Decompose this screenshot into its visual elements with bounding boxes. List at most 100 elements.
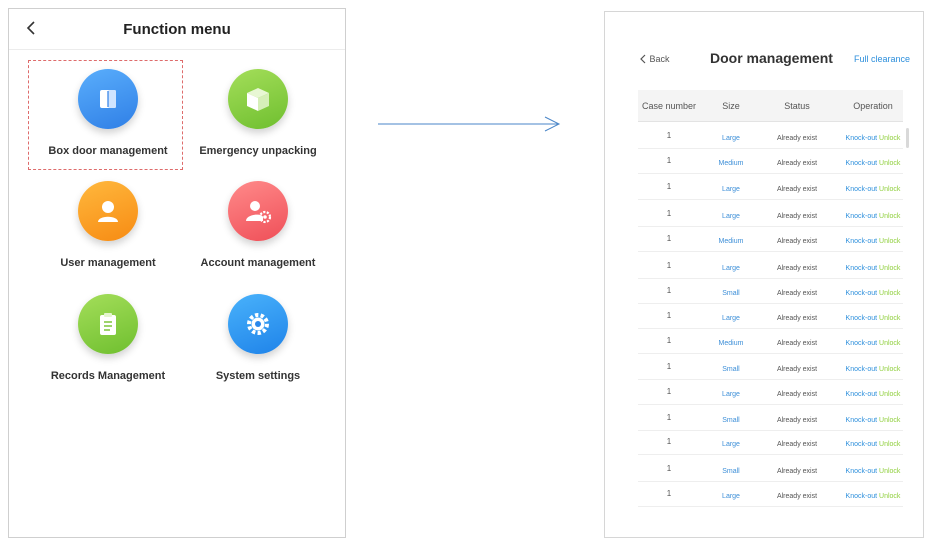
size-cell: Large bbox=[722, 391, 740, 398]
page-title: Function menu bbox=[123, 21, 231, 38]
status-cell: Already exist bbox=[776, 213, 818, 220]
size-cell: Large bbox=[722, 186, 740, 193]
scrollbar[interactable] bbox=[906, 128, 909, 148]
unlock-link[interactable]: Unlock bbox=[879, 366, 900, 373]
size-cell: Large bbox=[722, 265, 740, 272]
size-cell: Large bbox=[722, 493, 740, 500]
column-header: Operation bbox=[853, 101, 893, 111]
table-row: 1 Large Already exist Knock-out Unlock bbox=[638, 175, 903, 200]
status-cell: Already exist bbox=[776, 493, 818, 500]
case-number-cell: 1 bbox=[666, 131, 672, 140]
knock-out-link[interactable]: Knock-out bbox=[846, 315, 878, 322]
function-label: System settings bbox=[215, 370, 301, 382]
function-label: Emergency unpacking bbox=[199, 145, 317, 157]
knock-out-link[interactable]: Knock-out bbox=[846, 366, 878, 373]
account-management-button[interactable]: Account management bbox=[183, 162, 333, 272]
knock-out-link[interactable]: Knock-out bbox=[846, 468, 878, 475]
size-cell: Large bbox=[722, 315, 740, 322]
box-door-management-button[interactable]: Box door management bbox=[33, 50, 183, 160]
box-icon bbox=[247, 88, 269, 111]
gear-icon bbox=[247, 313, 269, 335]
page-title: Door management bbox=[710, 50, 833, 66]
unlock-link[interactable]: Unlock bbox=[879, 391, 900, 398]
case-number-cell: 1 bbox=[666, 387, 672, 396]
case-number-cell: 1 bbox=[666, 311, 672, 320]
knock-out-link[interactable]: Knock-out bbox=[846, 213, 878, 220]
user-management-button[interactable]: User management bbox=[33, 162, 183, 272]
case-number-cell: 1 bbox=[666, 234, 672, 243]
table-row: 1 Medium Already exist Knock-out Unlock bbox=[638, 329, 903, 354]
operation-cell: Knock-out Unlock bbox=[838, 238, 908, 245]
function-menu-screen: Function menu Box door management Emerge… bbox=[8, 8, 346, 538]
size-cell: Small bbox=[722, 290, 740, 297]
case-number-cell: 1 bbox=[666, 413, 672, 422]
knock-out-link[interactable]: Knock-out bbox=[846, 493, 878, 500]
unlock-link[interactable]: Unlock bbox=[879, 493, 900, 500]
operation-cell: Knock-out Unlock bbox=[838, 315, 908, 322]
unlock-link[interactable]: Unlock bbox=[879, 290, 900, 297]
unlock-link[interactable]: Unlock bbox=[879, 468, 900, 475]
knock-out-link[interactable]: Knock-out bbox=[846, 160, 878, 167]
case-number-cell: 1 bbox=[666, 286, 672, 295]
table-row: 1 Large Already exist Knock-out Unlock bbox=[638, 482, 903, 507]
door-icon bbox=[100, 90, 116, 108]
case-number-cell: 1 bbox=[666, 156, 672, 165]
case-number-cell: 1 bbox=[666, 209, 672, 218]
table-row: 1 Large Already exist Knock-out Unlock bbox=[638, 430, 903, 455]
size-cell: Small bbox=[722, 417, 740, 424]
unlock-link[interactable]: Unlock bbox=[879, 186, 900, 193]
unlock-link[interactable]: Unlock bbox=[879, 213, 900, 220]
table-row: 1 Small Already exist Knock-out Unlock bbox=[638, 406, 903, 431]
full-clearance-link[interactable]: Full clearance bbox=[854, 54, 910, 64]
size-cell: Medium bbox=[718, 160, 744, 167]
unlock-link[interactable]: Unlock bbox=[879, 135, 900, 142]
unlock-link[interactable]: Unlock bbox=[879, 160, 900, 167]
size-cell: Small bbox=[722, 468, 740, 475]
table-row: 1 Large Already exist Knock-out Unlock bbox=[638, 202, 903, 227]
status-cell: Already exist bbox=[776, 340, 818, 347]
knock-out-link[interactable]: Knock-out bbox=[846, 238, 878, 245]
size-cell: Small bbox=[722, 366, 740, 373]
column-header: Size bbox=[722, 101, 740, 111]
unlock-link[interactable]: Unlock bbox=[879, 238, 900, 245]
status-cell: Already exist bbox=[776, 391, 818, 398]
unlock-link[interactable]: Unlock bbox=[879, 315, 900, 322]
status-cell: Already exist bbox=[776, 186, 818, 193]
operation-cell: Knock-out Unlock bbox=[838, 160, 908, 167]
header-bar: Function menu bbox=[9, 9, 345, 50]
records-management-button[interactable]: Records Management bbox=[33, 275, 183, 385]
unlock-link[interactable]: Unlock bbox=[879, 265, 900, 272]
status-cell: Already exist bbox=[776, 315, 818, 322]
knock-out-link[interactable]: Knock-out bbox=[846, 135, 878, 142]
knock-out-link[interactable]: Knock-out bbox=[846, 391, 878, 398]
unlock-link[interactable]: Unlock bbox=[879, 441, 900, 448]
status-cell: Already exist bbox=[776, 366, 818, 373]
unlock-link[interactable]: Unlock bbox=[879, 340, 900, 347]
status-cell: Already exist bbox=[776, 290, 818, 297]
function-label: Account management bbox=[200, 257, 316, 269]
back-button[interactable]: Back bbox=[639, 54, 670, 64]
case-number-cell: 1 bbox=[666, 336, 672, 345]
size-cell: Large bbox=[722, 135, 740, 142]
knock-out-link[interactable]: Knock-out bbox=[846, 186, 878, 193]
status-cell: Already exist bbox=[776, 417, 818, 424]
emergency-unpacking-button[interactable]: Emergency unpacking bbox=[183, 50, 333, 160]
knock-out-link[interactable]: Knock-out bbox=[846, 340, 878, 347]
operation-cell: Knock-out Unlock bbox=[838, 213, 908, 220]
system-settings-button[interactable]: System settings bbox=[183, 275, 333, 385]
operation-cell: Knock-out Unlock bbox=[838, 186, 908, 193]
status-cell: Already exist bbox=[776, 238, 818, 245]
knock-out-link[interactable]: Knock-out bbox=[846, 441, 878, 448]
status-cell: Already exist bbox=[776, 135, 818, 142]
column-header: Case number bbox=[641, 101, 697, 111]
case-number-cell: 1 bbox=[666, 489, 672, 498]
knock-out-link[interactable]: Knock-out bbox=[846, 290, 878, 297]
unlock-link[interactable]: Unlock bbox=[879, 417, 900, 424]
size-cell: Medium bbox=[718, 340, 744, 347]
operation-cell: Knock-out Unlock bbox=[838, 265, 908, 272]
knock-out-link[interactable]: Knock-out bbox=[846, 417, 878, 424]
operation-cell: Knock-out Unlock bbox=[838, 417, 908, 424]
size-cell: Large bbox=[722, 213, 740, 220]
case-number-cell: 1 bbox=[666, 362, 672, 371]
knock-out-link[interactable]: Knock-out bbox=[846, 265, 878, 272]
